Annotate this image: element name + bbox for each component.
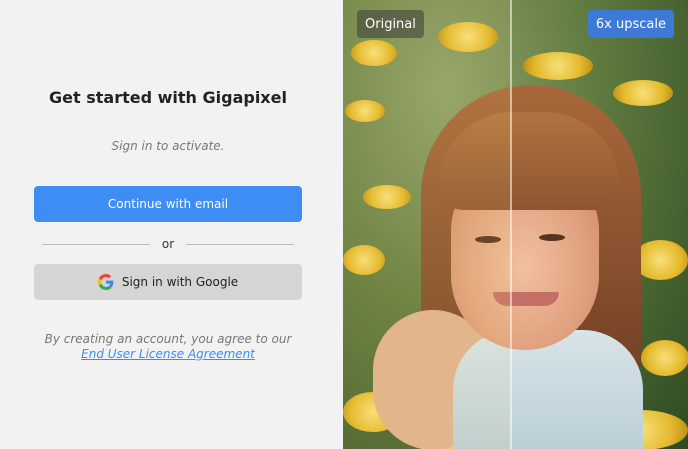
legal-text: By creating an account, you agree to our: [44, 332, 292, 346]
continue-with-email-button[interactable]: Continue with email: [34, 186, 302, 222]
flower-decoration: [523, 52, 593, 80]
flower-decoration: [641, 340, 688, 376]
signin-subtitle: Sign in to activate.: [111, 139, 225, 153]
original-side-overlay: [343, 0, 511, 449]
original-label: Original: [357, 10, 424, 38]
page-title: Get started with Gigapixel: [49, 88, 287, 107]
signin-panel: Get started with Gigapixel Sign in to ac…: [0, 0, 343, 449]
divider-text: or: [161, 237, 175, 251]
upscale-preview: Original 6x upscale: [343, 0, 688, 449]
continue-with-email-label: Continue with email: [107, 197, 229, 211]
divider-line-left: [42, 243, 150, 245]
google-icon: [97, 274, 114, 290]
sign-in-with-google-label: Sign in with Google: [121, 275, 239, 289]
legal-notice: By creating an account, you agree to our…: [0, 332, 336, 362]
flower-decoration: [613, 80, 673, 106]
sign-in-with-google-button[interactable]: Sign in with Google: [34, 264, 302, 300]
flower-decoration: [633, 240, 688, 280]
or-divider: or: [42, 235, 294, 253]
upscale-label: 6x upscale: [587, 10, 674, 38]
portrait-eye: [539, 234, 565, 241]
divider-line-right: [186, 243, 294, 245]
comparison-split-handle[interactable]: [510, 0, 512, 449]
eula-link[interactable]: End User License Agreement: [0, 347, 336, 362]
